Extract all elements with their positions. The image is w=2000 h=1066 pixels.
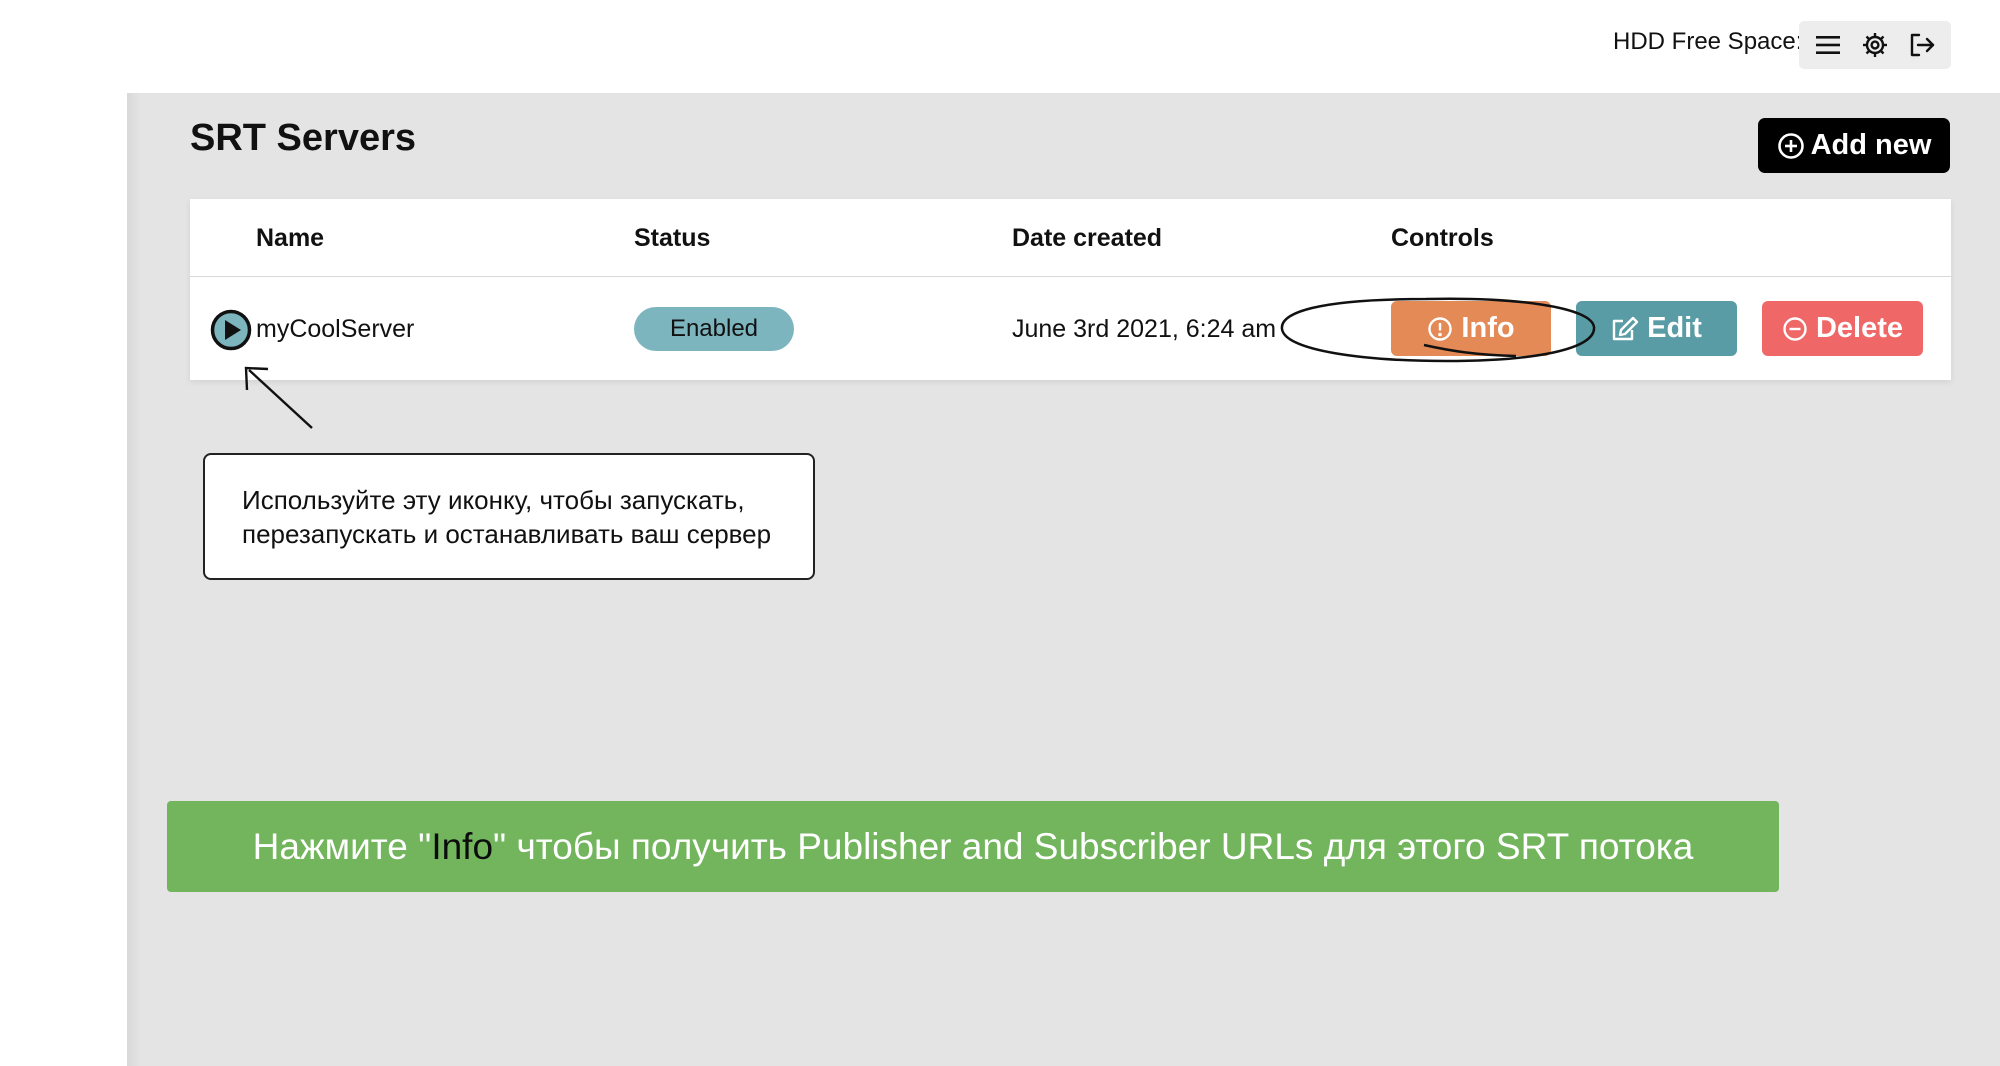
banner-prefix: Нажмите " — [252, 825, 432, 867]
server-name: myCoolServer — [256, 315, 415, 343]
page-title: SRT Servers — [190, 117, 417, 159]
sidebar — [0, 0, 127, 1066]
menu-icon[interactable] — [1808, 25, 1848, 65]
date-created: June 3rd 2021, 6:24 am — [1012, 315, 1277, 343]
gear-icon[interactable] — [1855, 25, 1895, 65]
sidebar-shadow — [127, 93, 141, 1066]
header-icon-group — [1799, 21, 1951, 69]
add-new-label: Add new — [1810, 129, 1932, 161]
edit-button[interactable]: Edit — [1576, 301, 1737, 356]
edit-icon — [1612, 316, 1639, 340]
plus-circle-icon — [1777, 132, 1804, 159]
tooltip-line-2: перезапускать и останавливать ваш сервер — [242, 519, 772, 549]
column-header-status: Status — [634, 224, 711, 252]
tooltip-callout: Используйте эту иконку, чтобы запускать,… — [203, 453, 815, 580]
banner-suffix: " чтобы получить Publisher and Subscribe… — [493, 825, 1694, 867]
info-icon — [1428, 316, 1453, 341]
edit-label: Edit — [1647, 312, 1702, 344]
minus-circle-icon — [1783, 316, 1807, 341]
logout-icon[interactable] — [1902, 25, 1942, 65]
add-new-button[interactable]: Add new — [1758, 118, 1950, 173]
info-button[interactable]: Info — [1391, 301, 1551, 356]
column-header-name: Name — [256, 224, 325, 252]
delete-button[interactable]: Delete — [1762, 301, 1923, 356]
tooltip-line-1: Используйте эту иконку, чтобы запускать, — [242, 485, 745, 515]
banner-highlight: Info — [431, 825, 494, 867]
instruction-banner: Нажмите " Info " чтобы получить Publisher … — [167, 801, 1779, 892]
column-header-controls: Controls — [1391, 224, 1494, 252]
header-divider — [190, 276, 1951, 277]
top-bar: HDD Free Space: 23.3 Gb — [127, 0, 2000, 93]
delete-label: Delete — [1815, 312, 1904, 344]
column-header-date-created: Date created — [1012, 224, 1163, 252]
status-badge: Enabled — [634, 307, 794, 351]
servers-table: Name Status Date created Controls myCool… — [190, 199, 1951, 380]
play-icon[interactable] — [210, 309, 252, 351]
info-label: Info — [1461, 312, 1515, 344]
